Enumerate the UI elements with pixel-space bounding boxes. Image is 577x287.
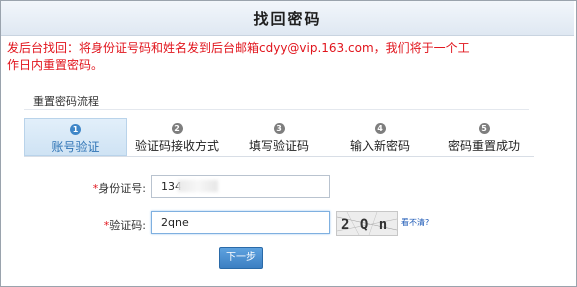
step-number: 4	[374, 123, 386, 134]
step-label: 输入新密码	[349, 139, 410, 153]
step-account-verify: 1 账号验证	[24, 118, 127, 156]
id-number-label: *身份证号:	[92, 182, 146, 195]
captcha-label: *验证码:	[103, 219, 146, 232]
step-number: 3	[273, 123, 285, 134]
step-number: 2	[171, 123, 183, 134]
step-label: 账号验证	[51, 140, 100, 154]
captcha-refresh-link[interactable]: 看不清?	[401, 217, 429, 228]
notice-text: 发后台找回：将身份证号码和姓名发到后台邮箱cdyy@vip.163.com，我们…	[7, 41, 470, 72]
captcha-glyphs: 2 Q n E	[341, 217, 397, 233]
next-step-button[interactable]: 下一步	[219, 247, 263, 269]
step-enter-code: 3 填写验证码	[236, 118, 322, 156]
step-new-password: 4 输入新密码	[337, 118, 423, 156]
step-label: 填写验证码	[248, 139, 309, 153]
section-divider	[24, 109, 529, 110]
step-reset-success: 5 密码重置成功	[438, 118, 530, 156]
step-number: 1	[70, 124, 81, 135]
captcha-input[interactable]: 2qne	[151, 211, 330, 234]
captcha-image[interactable]: 2 Q n E	[336, 211, 398, 236]
process-label: 重置密码流程	[33, 95, 99, 108]
step-code-method: 2 验证码接收方式	[132, 118, 222, 156]
step-number: 5	[478, 123, 490, 134]
step-label: 验证码接收方式	[134, 139, 219, 153]
page-title: 找回密码	[253, 10, 322, 28]
step-indicator: 1 账号验证 2 验证码接收方式 3 填写验证码 4 输入新密码 5 密码重置成…	[24, 118, 534, 157]
step-label: 密码重置成功	[447, 139, 520, 153]
redacted-digits	[178, 180, 218, 192]
title-bar: 找回密码	[1, 1, 574, 36]
